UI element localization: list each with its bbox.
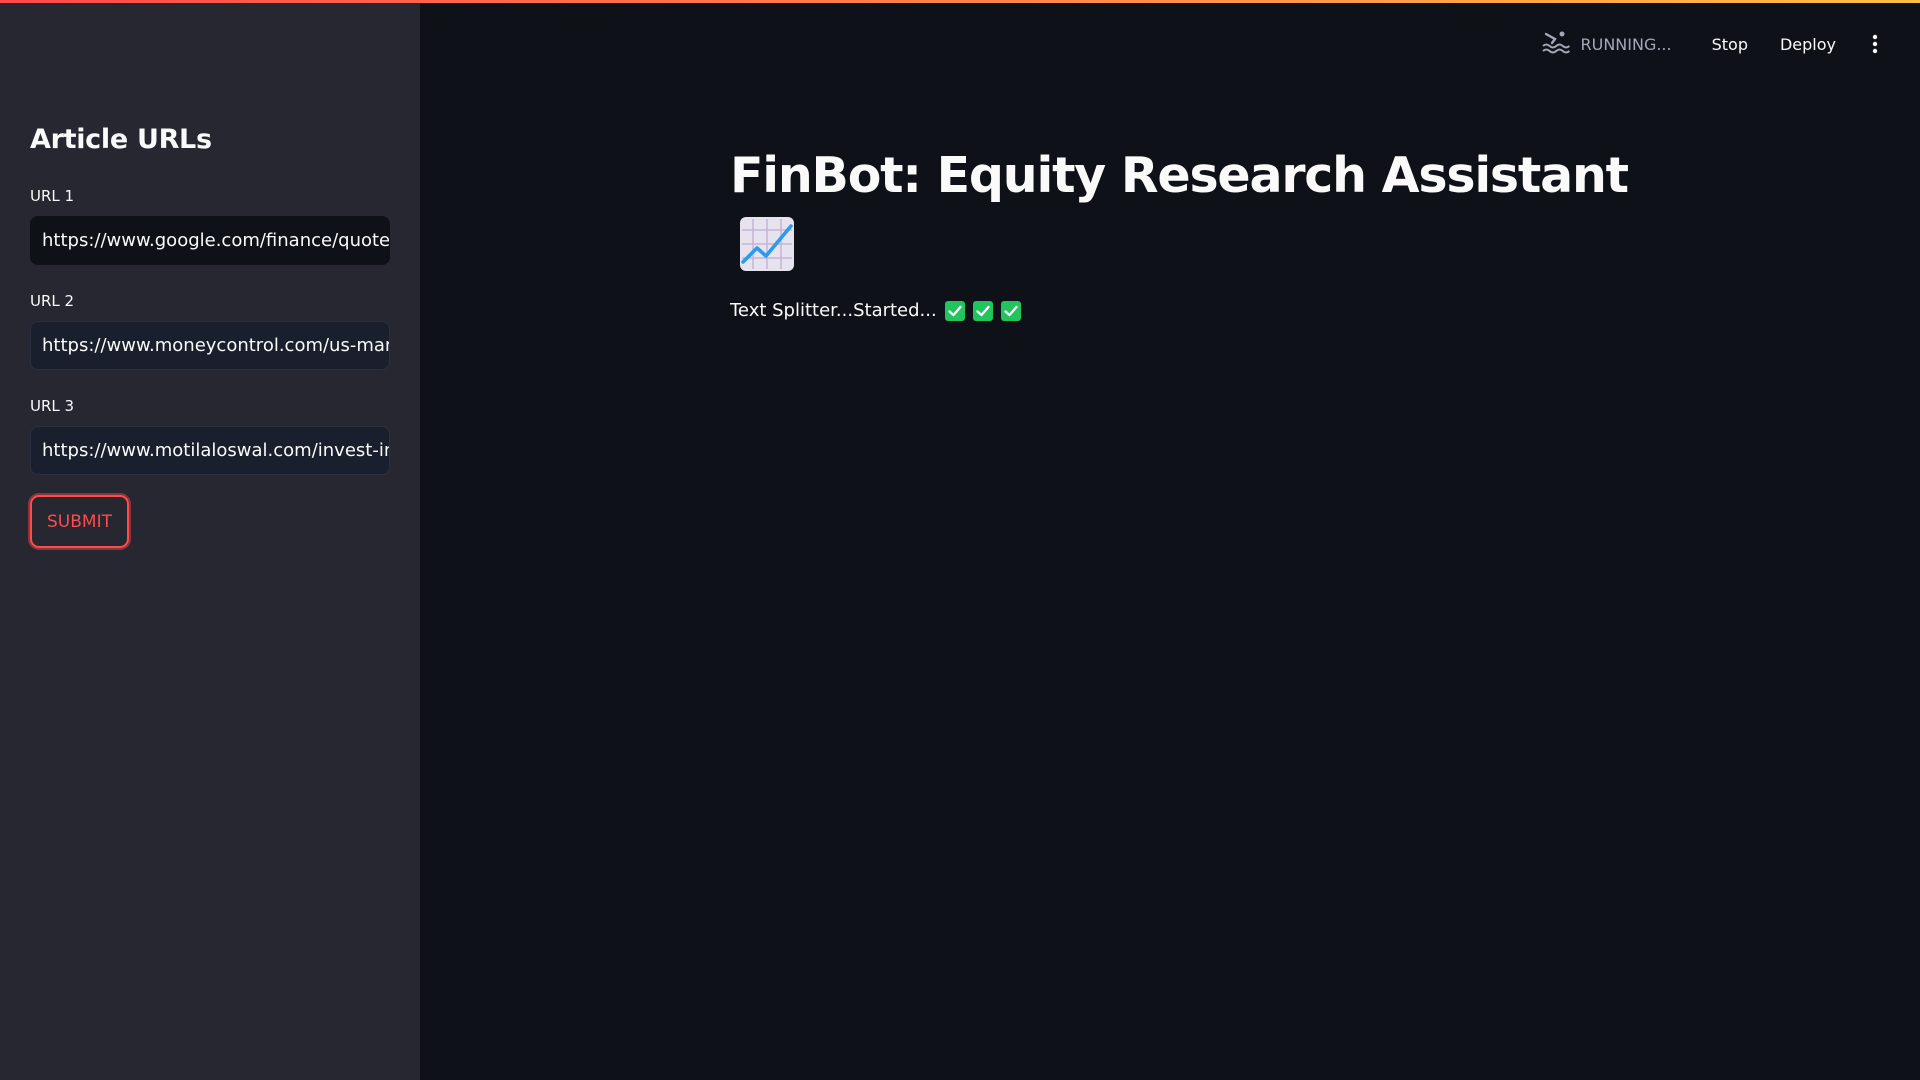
running-status: RUNNING... (1542, 30, 1672, 58)
running-status-text: RUNNING... (1580, 34, 1672, 54)
check-mark-icon (1000, 300, 1021, 321)
stop-button[interactable]: Stop (1696, 35, 1764, 54)
swimmer-icon (1542, 30, 1571, 58)
url-3-label: URL 3 (30, 397, 75, 415)
sidebar: Article URLs URL 1 https://www.google.co… (0, 0, 420, 1080)
kebab-menu-icon[interactable] (1860, 29, 1890, 59)
url-3-input[interactable]: https://www.motilaloswal.com/invest-in (30, 426, 390, 475)
url-1-label: URL 1 (30, 187, 75, 205)
chart-increasing-icon (739, 216, 795, 272)
status-message: Text Splitter...Started... (730, 300, 1021, 321)
url-2-input[interactable]: https://www.moneycontrol.com/us-marl (30, 321, 390, 370)
deploy-button[interactable]: Deploy (1764, 35, 1852, 54)
check-mark-icon (972, 300, 993, 321)
sidebar-title: Article URLs (30, 124, 212, 155)
status-message-text: Text Splitter...Started... (730, 300, 937, 321)
page-title: FinBot: Equity Research Assistant (730, 147, 1629, 204)
top-decoration-bar (0, 0, 1920, 3)
url-1-input[interactable]: https://www.google.com/finance/quote/ (30, 216, 390, 265)
url-2-label: URL 2 (30, 292, 75, 310)
check-mark-icon (944, 300, 965, 321)
submit-button[interactable]: SUBMIT (30, 495, 129, 548)
app-toolbar: RUNNING... Stop Deploy (1542, 24, 1890, 64)
